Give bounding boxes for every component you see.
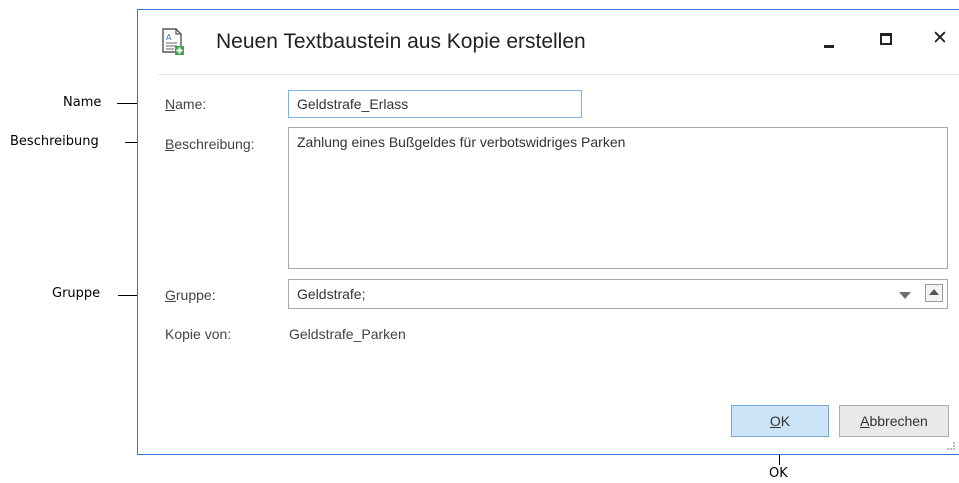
callout-ok: OK: [769, 466, 788, 481]
maximize-icon: [880, 33, 892, 45]
resize-grip-icon[interactable]: [947, 442, 955, 450]
ok-button[interactable]: OK: [731, 405, 829, 437]
dialog-window: A Neuen Textbaustein aus Kopie erstellen…: [137, 9, 959, 455]
beschreibung-label-text: eschreibung:: [174, 136, 255, 152]
beschreibung-textarea-value: Zahlung eines Bußgeldes für verbotswidri…: [297, 134, 626, 150]
name-input[interactable]: Geldstrafe_Erlass: [288, 90, 582, 118]
gruppe-combobox[interactable]: Geldstrafe;: [288, 279, 948, 309]
kopie-von-label: Kopie von:: [165, 326, 232, 342]
dialog-title: Neuen Textbaustein aus Kopie erstellen: [216, 30, 586, 53]
gruppe-label: Gruppe:: [165, 287, 216, 303]
close-button[interactable]: ✕: [926, 24, 956, 54]
name-label-mnemonic: N: [165, 96, 176, 112]
name-label-text: ame:: [175, 96, 207, 112]
maximize-button[interactable]: [872, 24, 902, 54]
close-icon: ✕: [932, 27, 948, 49]
title-separator: [158, 74, 959, 75]
beschreibung-label: Beschreibung:: [165, 136, 255, 152]
callout-beschreibung: Beschreibung: [10, 134, 99, 149]
gruppe-combobox-value: Geldstrafe;: [297, 286, 366, 302]
triangle-up-icon: [929, 289, 939, 295]
kopie-von-value: Geldstrafe_Parken: [289, 326, 406, 342]
beschreibung-textarea[interactable]: Zahlung eines Bußgeldes für verbotswidri…: [288, 127, 948, 269]
gruppe-label-text: ruppe:: [175, 287, 216, 303]
callout-gruppe: Gruppe: [52, 286, 101, 301]
ok-button-mnemonic: O: [769, 413, 781, 429]
minimize-button[interactable]: [815, 24, 845, 54]
ok-button-text: K: [780, 413, 791, 429]
scroll-up-button[interactable]: [925, 284, 943, 302]
beschreibung-label-mnemonic: B: [165, 136, 175, 152]
title-bar[interactable]: A Neuen Textbaustein aus Kopie erstellen…: [138, 10, 959, 74]
cancel-button-text: bbrechen: [869, 413, 928, 429]
name-label: Name:: [165, 96, 206, 112]
chevron-down-icon[interactable]: [899, 292, 911, 299]
minimize-icon: [824, 45, 834, 48]
cancel-button[interactable]: Abbrechen: [839, 405, 949, 437]
callout-name: Name: [63, 95, 102, 110]
document-add-icon: A: [162, 28, 184, 55]
name-input-value: Geldstrafe_Erlass: [297, 96, 409, 112]
gruppe-label-mnemonic: G: [165, 287, 176, 303]
svg-text:A: A: [166, 33, 172, 42]
